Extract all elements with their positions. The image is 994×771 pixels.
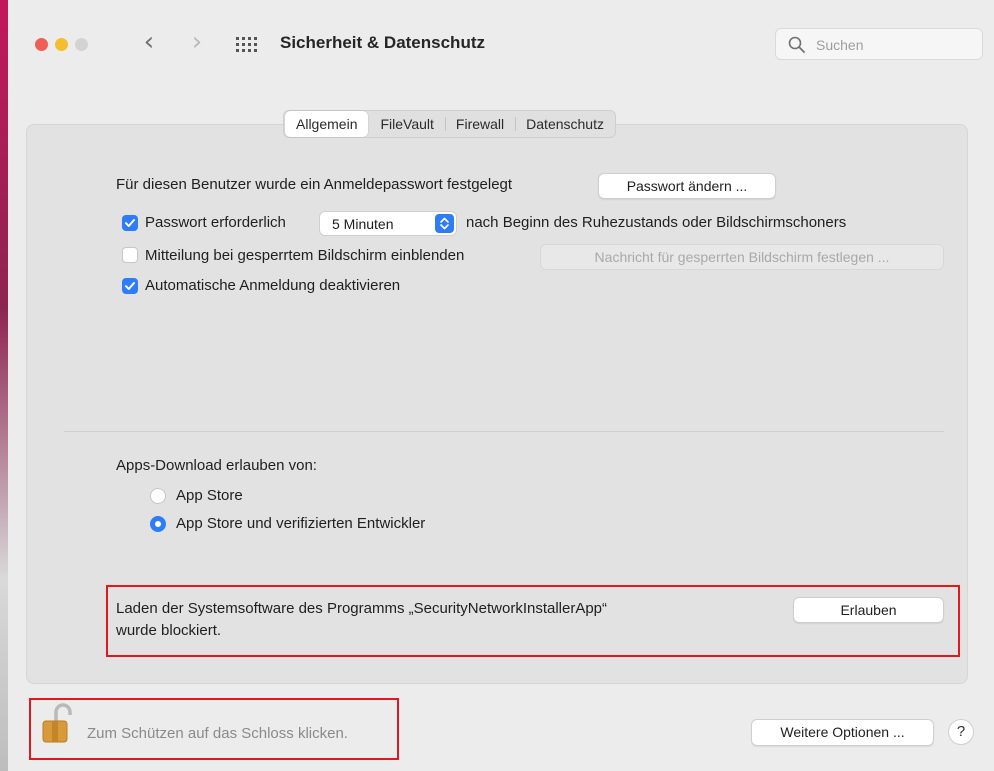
lock-message-checkbox[interactable] — [122, 247, 138, 263]
grid-icon[interactable] — [236, 37, 260, 53]
change-password-button[interactable]: Passwort ändern ... — [598, 173, 776, 199]
titlebar: ‹ › Sicherheit & Datenschutz — [8, 0, 994, 88]
search-input[interactable] — [814, 34, 978, 56]
radio-app-store-identified-label: App Store und verifizierten Entwickler — [176, 515, 426, 532]
apps-download-heading: Apps-Download erlauben von: — [116, 457, 317, 474]
more-options-button[interactable]: Weitere Optionen ... — [751, 719, 934, 746]
blocked-software-text-line1: Laden der Systemsoftware des Programms „… — [116, 600, 608, 617]
tab-general[interactable]: Allgemein — [285, 111, 369, 137]
lock-hint-text: Zum Schützen auf das Schloss klicken. — [87, 725, 348, 742]
password-set-label: Für diesen Benutzer wurde ein Anmeldepas… — [116, 176, 513, 193]
password-delay-value: 5 Minuten — [332, 216, 394, 232]
lock-message-label: Mitteilung bei gesperrtem Bildschirm ein… — [145, 247, 465, 264]
zoom-window-button[interactable] — [75, 38, 88, 51]
unlocked-lock-icon[interactable] — [42, 702, 72, 744]
search-icon — [788, 36, 805, 53]
tab-bar: Allgemein FileVault Firewall Datenschutz — [283, 110, 616, 138]
disable-auto-login-checkbox[interactable] — [122, 278, 138, 294]
tab-firewall[interactable]: Firewall — [444, 111, 515, 137]
radio-app-store-label: App Store — [176, 487, 243, 504]
checkmark-icon — [125, 219, 135, 227]
blocked-software-text-line2: wurde blockiert. — [116, 622, 222, 639]
require-password-suffix: nach Beginn des Ruhezustands oder Bildsc… — [466, 214, 847, 231]
require-password-label: Passwort erforderlich — [145, 214, 286, 231]
stepper-icon — [435, 214, 454, 233]
radio-app-store-identified[interactable] — [150, 516, 166, 532]
disable-auto-login-label: Automatische Anmeldung deaktivieren — [145, 277, 401, 294]
back-chevron-icon[interactable]: ‹ — [136, 28, 162, 58]
desktop-wallpaper-edge — [0, 0, 8, 771]
close-window-button[interactable] — [35, 38, 48, 51]
checkmark-icon — [125, 282, 135, 290]
section-divider — [64, 431, 944, 432]
tab-filevault[interactable]: FileVault — [369, 111, 444, 137]
radio-app-store[interactable] — [150, 488, 166, 504]
help-icon[interactable]: ? — [948, 719, 974, 745]
require-password-checkbox[interactable] — [122, 215, 138, 231]
window-title: Sicherheit & Datenschutz — [280, 33, 485, 52]
search-field[interactable] — [775, 28, 983, 60]
password-delay-popup[interactable]: 5 Minuten — [319, 211, 457, 236]
forward-chevron-icon[interactable]: › — [184, 28, 210, 58]
set-lock-message-button[interactable]: Nachricht für gesperrten Bildschirm fest… — [540, 244, 944, 270]
minimize-window-button[interactable] — [55, 38, 68, 51]
allow-button[interactable]: Erlauben — [793, 597, 944, 623]
tab-privacy[interactable]: Datenschutz — [515, 111, 615, 137]
